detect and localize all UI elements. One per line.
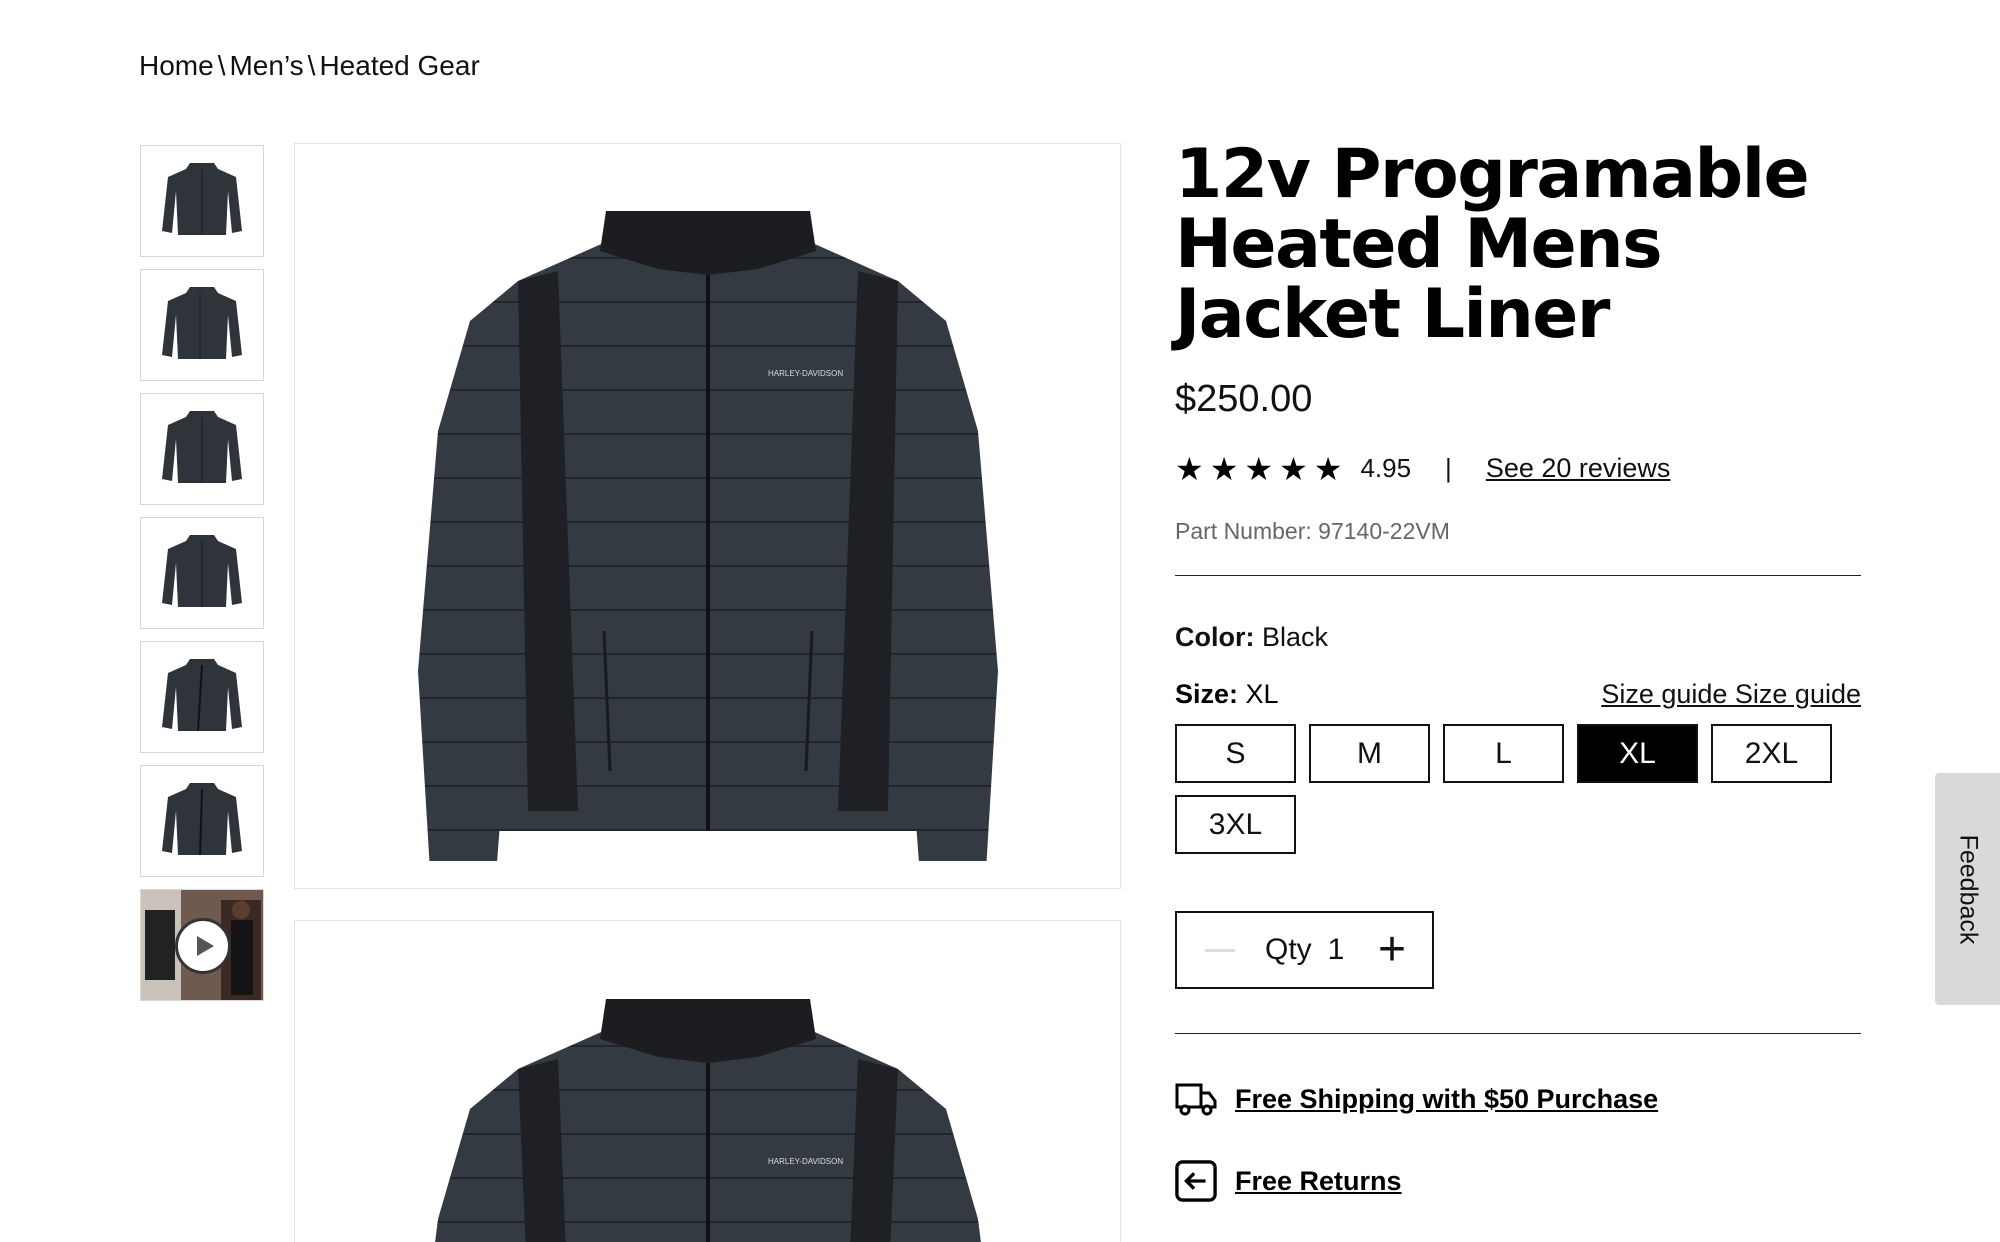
jacket-thumbnail-image [162,411,242,483]
increase-quantity-button[interactable]: + [1378,926,1406,974]
star-icon: ★ [1209,450,1239,487]
jacket-thumbnail-image [162,535,242,607]
product-page: Home \ Men’s \ Heated Gear HARLEY-DAVIDS… [0,0,2000,1242]
color-value: Black [1262,622,1329,652]
secondary-product-image[interactable]: HARLEY-DAVIDSON [294,920,1121,1242]
color-label: Color: [1175,622,1255,652]
thumbnail-1[interactable] [140,145,264,257]
jacket-thumbnail-image [162,287,242,359]
rating-value: 4.95 [1360,453,1412,483]
quantity-value[interactable]: 1 [1328,933,1345,967]
free-returns-row: Free Returns [1175,1160,1861,1202]
jacket-image: HARLEY-DAVIDSON [417,211,998,861]
breadcrumb-separator: \ [307,50,316,81]
thumbnail-6[interactable] [140,765,264,877]
divider [1175,575,1861,576]
thumbnail-5[interactable] [140,641,264,753]
free-shipping-row: Free Shipping with $50 Purchase [1175,1078,1861,1120]
thumbnail-strip [140,145,264,1013]
free-returns-link[interactable]: Free Returns [1235,1166,1402,1197]
product-title: 12v Programable Heated Mens Jacket Liner [1175,135,1810,354]
size-value: XL [1245,679,1279,709]
jacket-thumbnail-image [162,659,242,732]
free-shipping-link[interactable]: Free Shipping with $50 Purchase [1235,1084,1658,1115]
breadcrumb-heated-gear[interactable]: Heated Gear [319,50,479,82]
size-option-s[interactable]: S [1175,724,1296,783]
divider [1175,1033,1861,1034]
thumbnail-4[interactable] [140,517,264,629]
color-selector: Color: Black [1175,622,1861,653]
product-price: $250.00 [1175,378,1313,420]
size-header: Size: XL Size guide Size guide [1175,679,1861,710]
video-thumbnail[interactable] [140,889,264,1001]
quantity-stepper: Qty 1 + [1175,911,1434,989]
jacket-image: HARLEY-DAVIDSON [434,999,981,1242]
see-reviews-link[interactable]: See 20 reviews [1486,453,1671,484]
jacket-logo: HARLEY-DAVIDSON [768,369,843,378]
size-label: Size: [1175,679,1239,709]
feedback-tab[interactable]: Feedback [1935,773,2000,1005]
star-icon: ★ [1244,450,1274,487]
breadcrumb-mens[interactable]: Men’s [229,50,303,82]
jacket-thumbnail-image [162,783,242,856]
jacket-logo: HARLEY-DAVIDSON [768,1157,843,1166]
decrease-quantity-button[interactable] [1205,948,1235,952]
star-icon: ★ [1175,450,1204,487]
thumbnail-2[interactable] [140,269,264,381]
part-number: Part Number: 97140-22VM [1175,518,1450,544]
feedback-label: Feedback [1954,834,1983,944]
star-icon: ★ [1279,450,1308,487]
rating-row: ★ ★ ★ ★ ★ 4.95 | See 20 reviews [1175,450,1861,487]
size-guide-link[interactable]: Size guide Size guide [1601,679,1861,710]
size-option-xl[interactable]: XL [1577,724,1698,783]
product-info: 12v Programable Heated Mens Jacket Liner… [1175,140,1861,1202]
size-option-l[interactable]: L [1443,724,1564,783]
star-rating: ★ ★ ★ ★ ★ [1175,450,1343,487]
main-product-image[interactable]: HARLEY-DAVIDSON [294,143,1121,889]
size-option-m[interactable]: M [1309,724,1430,783]
size-options: S M L XL 2XL 3XL [1175,724,1861,854]
breadcrumb-separator: \ [217,50,226,81]
play-icon[interactable] [175,918,231,974]
rating-divider: | [1445,453,1452,483]
return-arrow-icon [1175,1160,1217,1202]
size-option-2xl[interactable]: 2XL [1711,724,1832,783]
truck-icon [1175,1078,1217,1120]
jacket-thumbnail-image [162,163,242,235]
thumbnail-3[interactable] [140,393,264,505]
size-option-3xl[interactable]: 3XL [1175,795,1296,854]
star-icon: ★ [1313,450,1343,487]
quantity-label: Qty [1265,933,1312,966]
breadcrumb: Home \ Men’s \ Heated Gear [139,50,480,82]
breadcrumb-home[interactable]: Home [139,50,214,82]
